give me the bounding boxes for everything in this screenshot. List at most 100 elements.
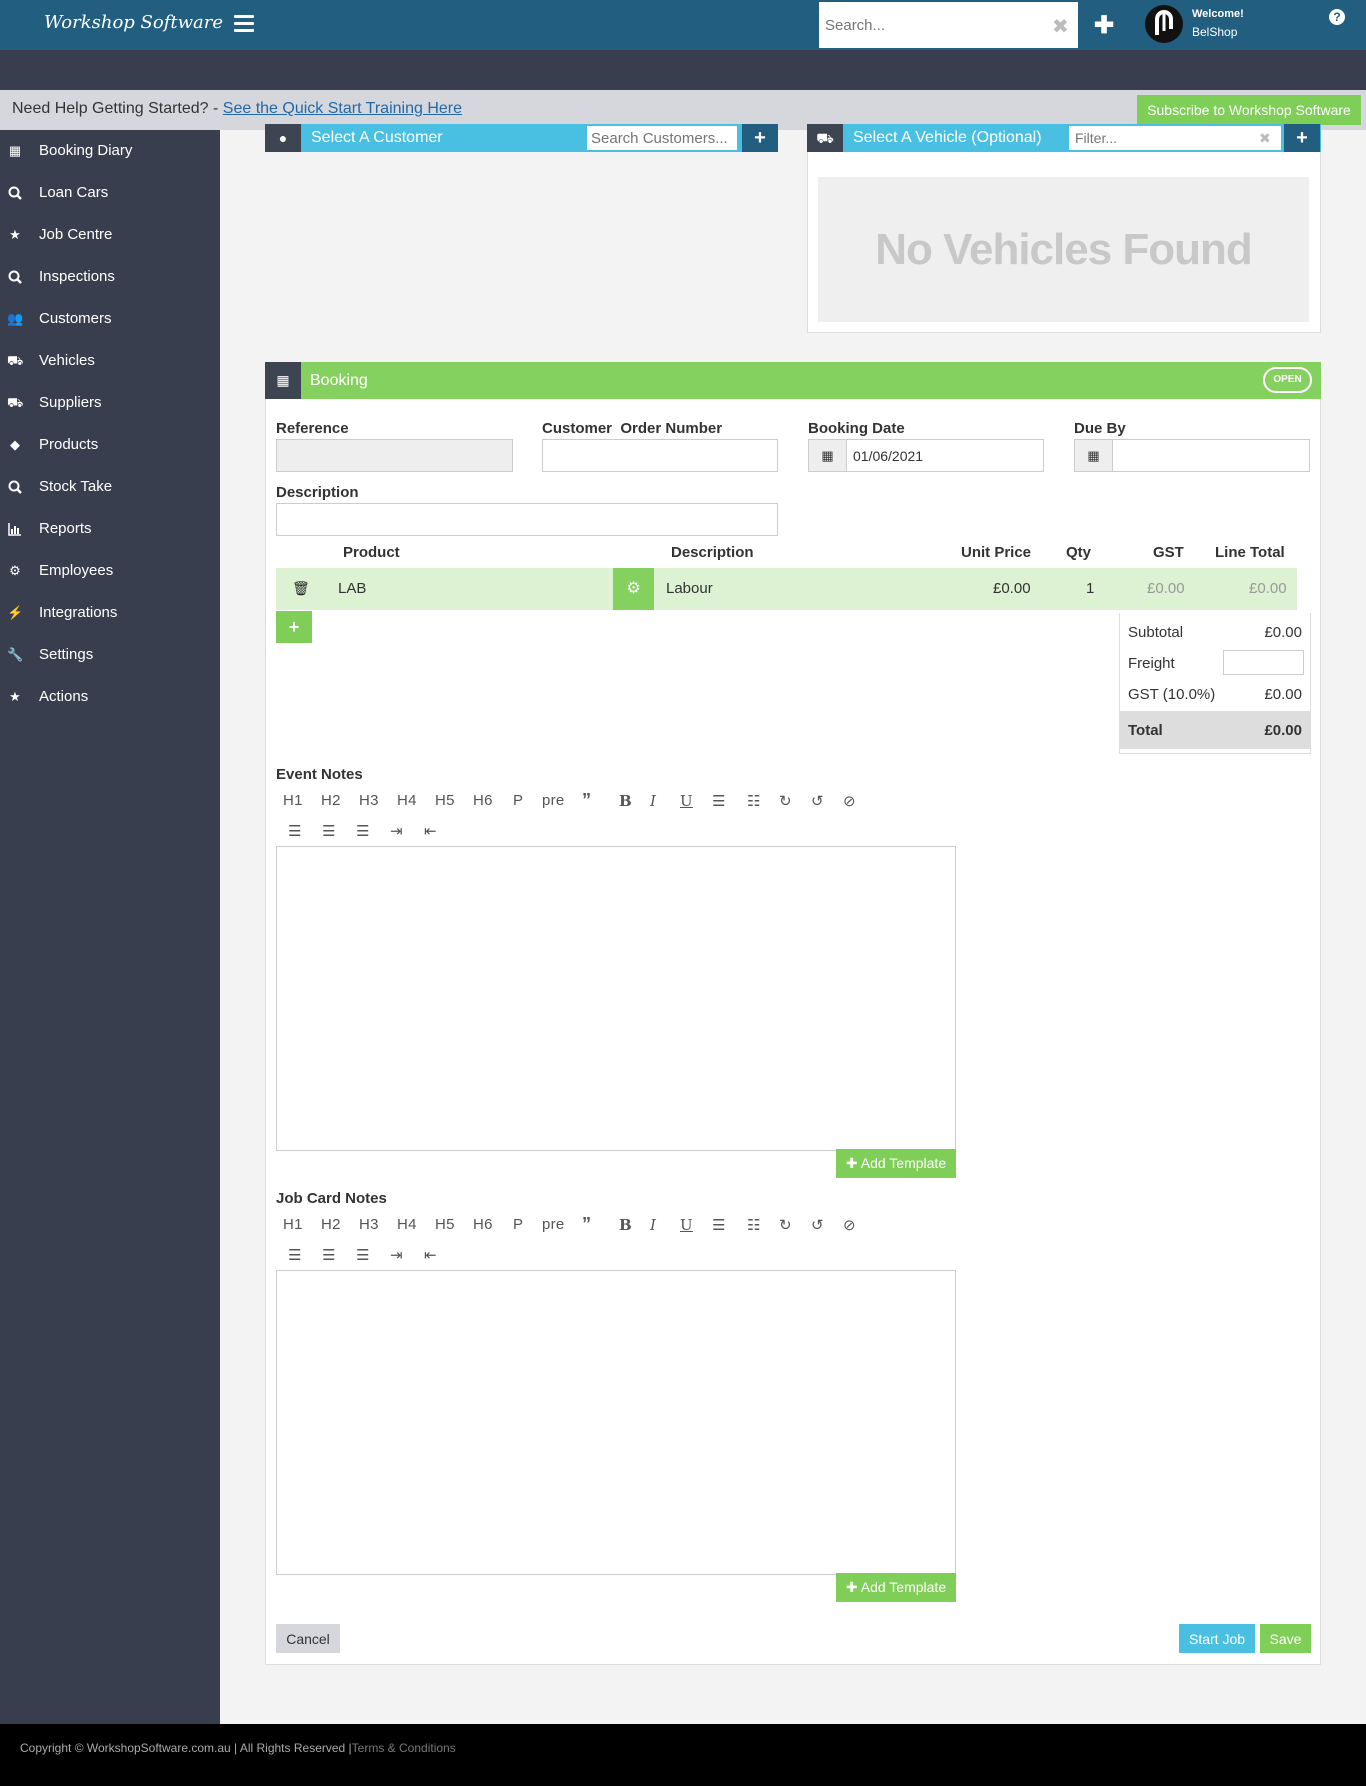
italic-icon[interactable]: I bbox=[650, 792, 656, 810]
clear-search-icon[interactable]: ✖ bbox=[1052, 14, 1069, 39]
help-icon[interactable]: ? bbox=[1329, 9, 1345, 25]
description-field[interactable] bbox=[276, 503, 778, 536]
h1-button[interactable]: H1 bbox=[283, 792, 303, 809]
sidebar-item-customers[interactable]: 👥 Customers bbox=[0, 298, 220, 340]
h5-button[interactable]: H5 bbox=[435, 792, 455, 809]
p-button[interactable]: P bbox=[513, 1216, 523, 1233]
indent-icon[interactable]: ⇥ bbox=[390, 822, 403, 840]
align-left-icon[interactable]: ☰ bbox=[288, 1246, 302, 1264]
bullet-list-icon[interactable]: ☰ bbox=[712, 792, 726, 810]
undo-icon[interactable]: ↺ bbox=[811, 792, 824, 810]
bar-chart-icon bbox=[7, 522, 23, 538]
global-search-input[interactable] bbox=[819, 2, 1078, 48]
h4-button[interactable]: H4 bbox=[397, 792, 417, 809]
sidebar-item-suppliers[interactable]: ⛟ Suppliers bbox=[0, 382, 220, 424]
booking-date-field[interactable]: ▦ 01/06/2021 bbox=[808, 439, 1044, 472]
sidebar-item-actions[interactable]: ★ Actions bbox=[0, 676, 220, 718]
bold-icon[interactable]: B bbox=[619, 1216, 632, 1234]
align-right-icon[interactable]: ☰ bbox=[356, 1246, 370, 1264]
job-card-notes-editor[interactable] bbox=[276, 1270, 956, 1575]
event-add-template-button[interactable]: ✚ Add Template bbox=[836, 1149, 956, 1178]
add-new-icon[interactable]: ✚ bbox=[1094, 11, 1114, 40]
sidebar-item-job-centre[interactable]: ★ Job Centre bbox=[0, 214, 220, 256]
start-job-button[interactable]: Start Job bbox=[1179, 1624, 1255, 1653]
bullet-list-icon[interactable]: ☰ bbox=[712, 1216, 726, 1234]
sidebar-item-employees[interactable]: ⚙ Employees bbox=[0, 550, 220, 592]
table-row[interactable]: 🗑 LAB ⚙ Labour £0.00 1 £0.00 £0.00 bbox=[276, 568, 1297, 610]
h1-button[interactable]: H1 bbox=[283, 1216, 303, 1233]
outdent-icon[interactable]: ⇤ bbox=[424, 1246, 437, 1264]
numbered-list-icon[interactable]: ☷ bbox=[747, 792, 761, 810]
line-unit-price[interactable]: £0.00 bbox=[993, 580, 1031, 597]
due-by-field[interactable]: ▦ bbox=[1074, 439, 1310, 472]
avatar[interactable] bbox=[1145, 5, 1183, 43]
pre-button[interactable]: pre bbox=[542, 1216, 565, 1233]
bold-icon[interactable]: B bbox=[619, 792, 632, 810]
freight-field[interactable] bbox=[1223, 650, 1304, 675]
align-right-icon[interactable]: ☰ bbox=[356, 822, 370, 840]
p-button[interactable]: P bbox=[513, 792, 523, 809]
h2-button[interactable]: H2 bbox=[321, 792, 341, 809]
line-qty[interactable]: 1 bbox=[1086, 580, 1094, 597]
clear-format-icon[interactable]: ⊘ bbox=[843, 1216, 856, 1234]
customer-search-input[interactable] bbox=[587, 126, 737, 150]
italic-icon[interactable]: I bbox=[650, 1216, 656, 1234]
quick-start-link[interactable]: See the Quick Start Training Here bbox=[223, 100, 462, 117]
redo-icon[interactable]: ↻ bbox=[779, 792, 792, 810]
quote-icon[interactable]: ” bbox=[582, 790, 591, 811]
clear-filter-icon[interactable]: ✖ bbox=[1259, 124, 1271, 152]
align-left-icon[interactable]: ☰ bbox=[288, 822, 302, 840]
sidebar-item-booking-diary[interactable]: ▦ Booking Diary bbox=[0, 130, 220, 172]
menu-toggle-icon[interactable] bbox=[234, 15, 254, 33]
sidebar-item-vehicles[interactable]: ⛟ Vehicles bbox=[0, 340, 220, 382]
top-bar: Workshop Software ✖ ✚ Welcome! BelShop ? bbox=[0, 0, 1366, 50]
undo-icon[interactable]: ↺ bbox=[811, 1216, 824, 1234]
redo-icon[interactable]: ↻ bbox=[779, 1216, 792, 1234]
line-description[interactable]: Labour bbox=[666, 580, 713, 597]
terms-link[interactable]: Terms & Conditions bbox=[352, 1741, 456, 1755]
brand-logo[interactable]: Workshop Software bbox=[44, 12, 223, 33]
help-question: Need Help Getting Started? - bbox=[12, 100, 223, 117]
freight-label: Freight bbox=[1128, 655, 1175, 672]
h3-button[interactable]: H3 bbox=[359, 792, 379, 809]
sidebar-item-loan-cars[interactable]: Loan Cars bbox=[0, 172, 220, 214]
save-button[interactable]: Save bbox=[1260, 1624, 1311, 1653]
numbered-list-icon[interactable]: ☷ bbox=[747, 1216, 761, 1234]
sidebar-item-products[interactable]: ◆ Products bbox=[0, 424, 220, 466]
cancel-button[interactable]: Cancel bbox=[276, 1624, 340, 1653]
quote-icon[interactable]: ” bbox=[582, 1214, 591, 1235]
underline-icon[interactable]: U bbox=[680, 792, 693, 810]
sidebar-item-inspections[interactable]: Inspections bbox=[0, 256, 220, 298]
clear-format-icon[interactable]: ⊘ bbox=[843, 792, 856, 810]
sidebar-item-integrations[interactable]: ⚡ Integrations bbox=[0, 592, 220, 634]
align-center-icon[interactable]: ☰ bbox=[322, 822, 336, 840]
order-number-field[interactable] bbox=[542, 439, 778, 472]
vehicle-filter-input[interactable] bbox=[1069, 126, 1281, 150]
username[interactable]: BelShop bbox=[1192, 25, 1237, 39]
subscribe-button[interactable]: Subscribe to Workshop Software bbox=[1137, 95, 1361, 125]
add-customer-button[interactable]: + bbox=[742, 124, 778, 152]
outdent-icon[interactable]: ⇤ bbox=[424, 822, 437, 840]
pre-button[interactable]: pre bbox=[542, 792, 565, 809]
h6-button[interactable]: H6 bbox=[473, 792, 493, 809]
job-card-add-template-button[interactable]: ✚ Add Template bbox=[836, 1573, 956, 1602]
underline-icon[interactable]: U bbox=[680, 1216, 693, 1234]
calendar-icon[interactable]: ▦ bbox=[809, 440, 847, 471]
indent-icon[interactable]: ⇥ bbox=[390, 1246, 403, 1264]
line-product[interactable]: LAB bbox=[338, 580, 366, 597]
align-center-icon[interactable]: ☰ bbox=[322, 1246, 336, 1264]
h5-button[interactable]: H5 bbox=[435, 1216, 455, 1233]
h6-button[interactable]: H6 bbox=[473, 1216, 493, 1233]
h4-button[interactable]: H4 bbox=[397, 1216, 417, 1233]
gear-icon[interactable]: ⚙ bbox=[613, 568, 654, 610]
trash-icon[interactable]: 🗑 bbox=[292, 580, 310, 597]
sidebar-item-stock-take[interactable]: Stock Take bbox=[0, 466, 220, 508]
add-line-button[interactable]: + bbox=[276, 611, 312, 643]
h3-button[interactable]: H3 bbox=[359, 1216, 379, 1233]
add-vehicle-button[interactable]: + bbox=[1284, 124, 1320, 152]
event-notes-editor[interactable] bbox=[276, 846, 956, 1151]
h2-button[interactable]: H2 bbox=[321, 1216, 341, 1233]
sidebar-item-settings[interactable]: 🔧 Settings bbox=[0, 634, 220, 676]
sidebar-item-reports[interactable]: Reports bbox=[0, 508, 220, 550]
calendar-icon[interactable]: ▦ bbox=[1075, 440, 1113, 471]
